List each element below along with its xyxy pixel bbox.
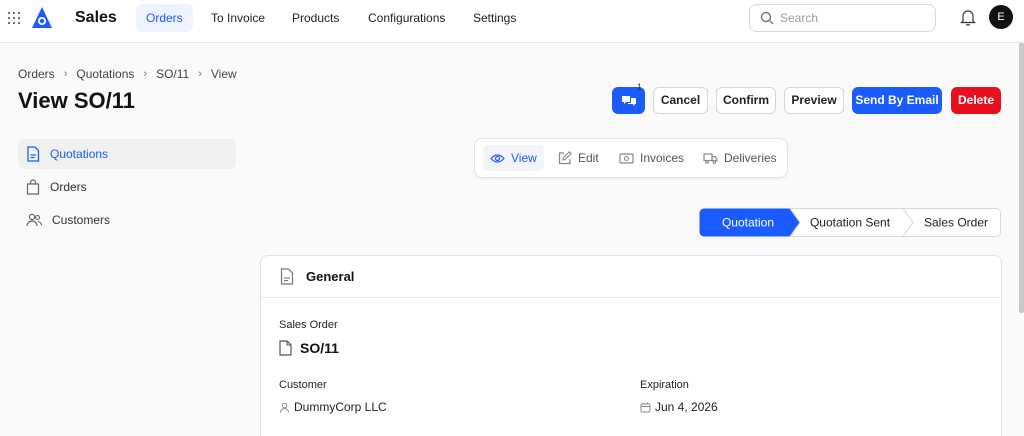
page-scrollbar[interactable] (1019, 43, 1024, 313)
sidebar-item-quotations[interactable]: Quotations (18, 139, 236, 169)
chevron-right-icon: › (63, 68, 68, 80)
customer-value: DummyCorp LLC (279, 400, 387, 414)
breadcrumb-orders[interactable]: Orders (18, 67, 55, 81)
tab-view[interactable]: View (483, 145, 544, 171)
chat-bubbles-icon (621, 96, 636, 106)
expiration-date: Jun 4, 2026 (655, 400, 718, 414)
tab-label: Invoices (640, 151, 685, 165)
bell-icon[interactable] (960, 9, 976, 26)
sidebar-item-customers[interactable]: Customers (18, 205, 236, 235)
breadcrumb-so[interactable]: SO/11 (156, 67, 189, 81)
comment-count-badge: 1 (637, 82, 643, 92)
nav-products[interactable]: Products (282, 4, 349, 32)
sales-order-label: Sales Order (279, 319, 338, 331)
top-navigation-bar: Sales Orders To Invoice Products Configu… (0, 0, 1024, 43)
step-label-sales-order: Sales Order (924, 216, 988, 230)
money-icon (619, 152, 634, 164)
user-avatar[interactable]: E (989, 5, 1013, 29)
tab-label: View (511, 151, 537, 165)
document-icon (27, 146, 40, 162)
nav-settings[interactable]: Settings (463, 4, 526, 32)
tab-label: Edit (578, 151, 599, 165)
edit-icon (558, 151, 572, 165)
app-title: Sales (75, 9, 117, 26)
document-icon (280, 268, 294, 285)
chevron-right-icon: › (143, 68, 148, 80)
file-icon (279, 340, 292, 356)
step-label-quotation: Quotation (722, 216, 774, 230)
sidebar-item-orders[interactable]: Orders (18, 172, 236, 202)
delete-button[interactable]: Delete (951, 87, 1001, 114)
tab-label: Deliveries (724, 151, 777, 165)
record-tabs: View Edit Invoices Deliveries (474, 138, 788, 178)
send-by-email-button[interactable]: Send By Email (852, 87, 942, 114)
truck-icon (703, 153, 718, 164)
card-title: General (306, 269, 355, 284)
tab-edit[interactable]: Edit (551, 145, 606, 171)
calendar-icon (640, 402, 651, 412)
app-logo-icon (32, 7, 52, 28)
page-title: View SO/11 (18, 88, 136, 113)
eye-icon (490, 153, 505, 163)
search-icon (760, 11, 774, 25)
apps-grid-icon[interactable] (8, 12, 20, 24)
user-icon (280, 402, 289, 413)
sidebar-item-label: Customers (52, 213, 111, 227)
expiration-label: Expiration (640, 379, 689, 391)
chevron-right-icon: › (198, 68, 202, 80)
breadcrumb-quotations[interactable]: Quotations (76, 67, 134, 81)
sidebar-item-label: Quotations (50, 147, 109, 161)
customer-label: Customer (279, 379, 327, 391)
step-label-quotation-sent: Quotation Sent (810, 216, 891, 230)
preview-button[interactable]: Preview (784, 87, 844, 114)
confirm-button[interactable]: Confirm (716, 87, 776, 114)
sales-order-number: SO/11 (300, 340, 339, 356)
nav-to-invoice[interactable]: To Invoice (201, 4, 275, 32)
tab-deliveries[interactable]: Deliveries (696, 145, 784, 171)
expiration-value: Jun 4, 2026 (640, 400, 718, 414)
breadcrumb-view: View (210, 67, 237, 81)
shopping-bag-icon (26, 179, 40, 195)
users-icon (26, 213, 42, 227)
tab-invoices[interactable]: Invoices (612, 145, 691, 171)
nav-configurations[interactable]: Configurations (358, 4, 455, 32)
general-card: General Sales Order SO/11 Customer Dummy… (260, 255, 1002, 436)
breadcrumb: Orders › Quotations › SO/11 › View (18, 67, 237, 81)
sidebar-item-label: Orders (50, 180, 87, 194)
card-header: General (261, 256, 1001, 298)
sales-order-value: SO/11 (279, 340, 339, 356)
customer-name: DummyCorp LLC (294, 400, 387, 414)
search-box (749, 4, 936, 32)
status-stepper: Quotation Quotation Sent Sales Order (699, 208, 1001, 237)
nav-orders[interactable]: Orders (136, 4, 193, 32)
cancel-button[interactable]: Cancel (653, 87, 708, 114)
search-input[interactable] (780, 9, 925, 27)
